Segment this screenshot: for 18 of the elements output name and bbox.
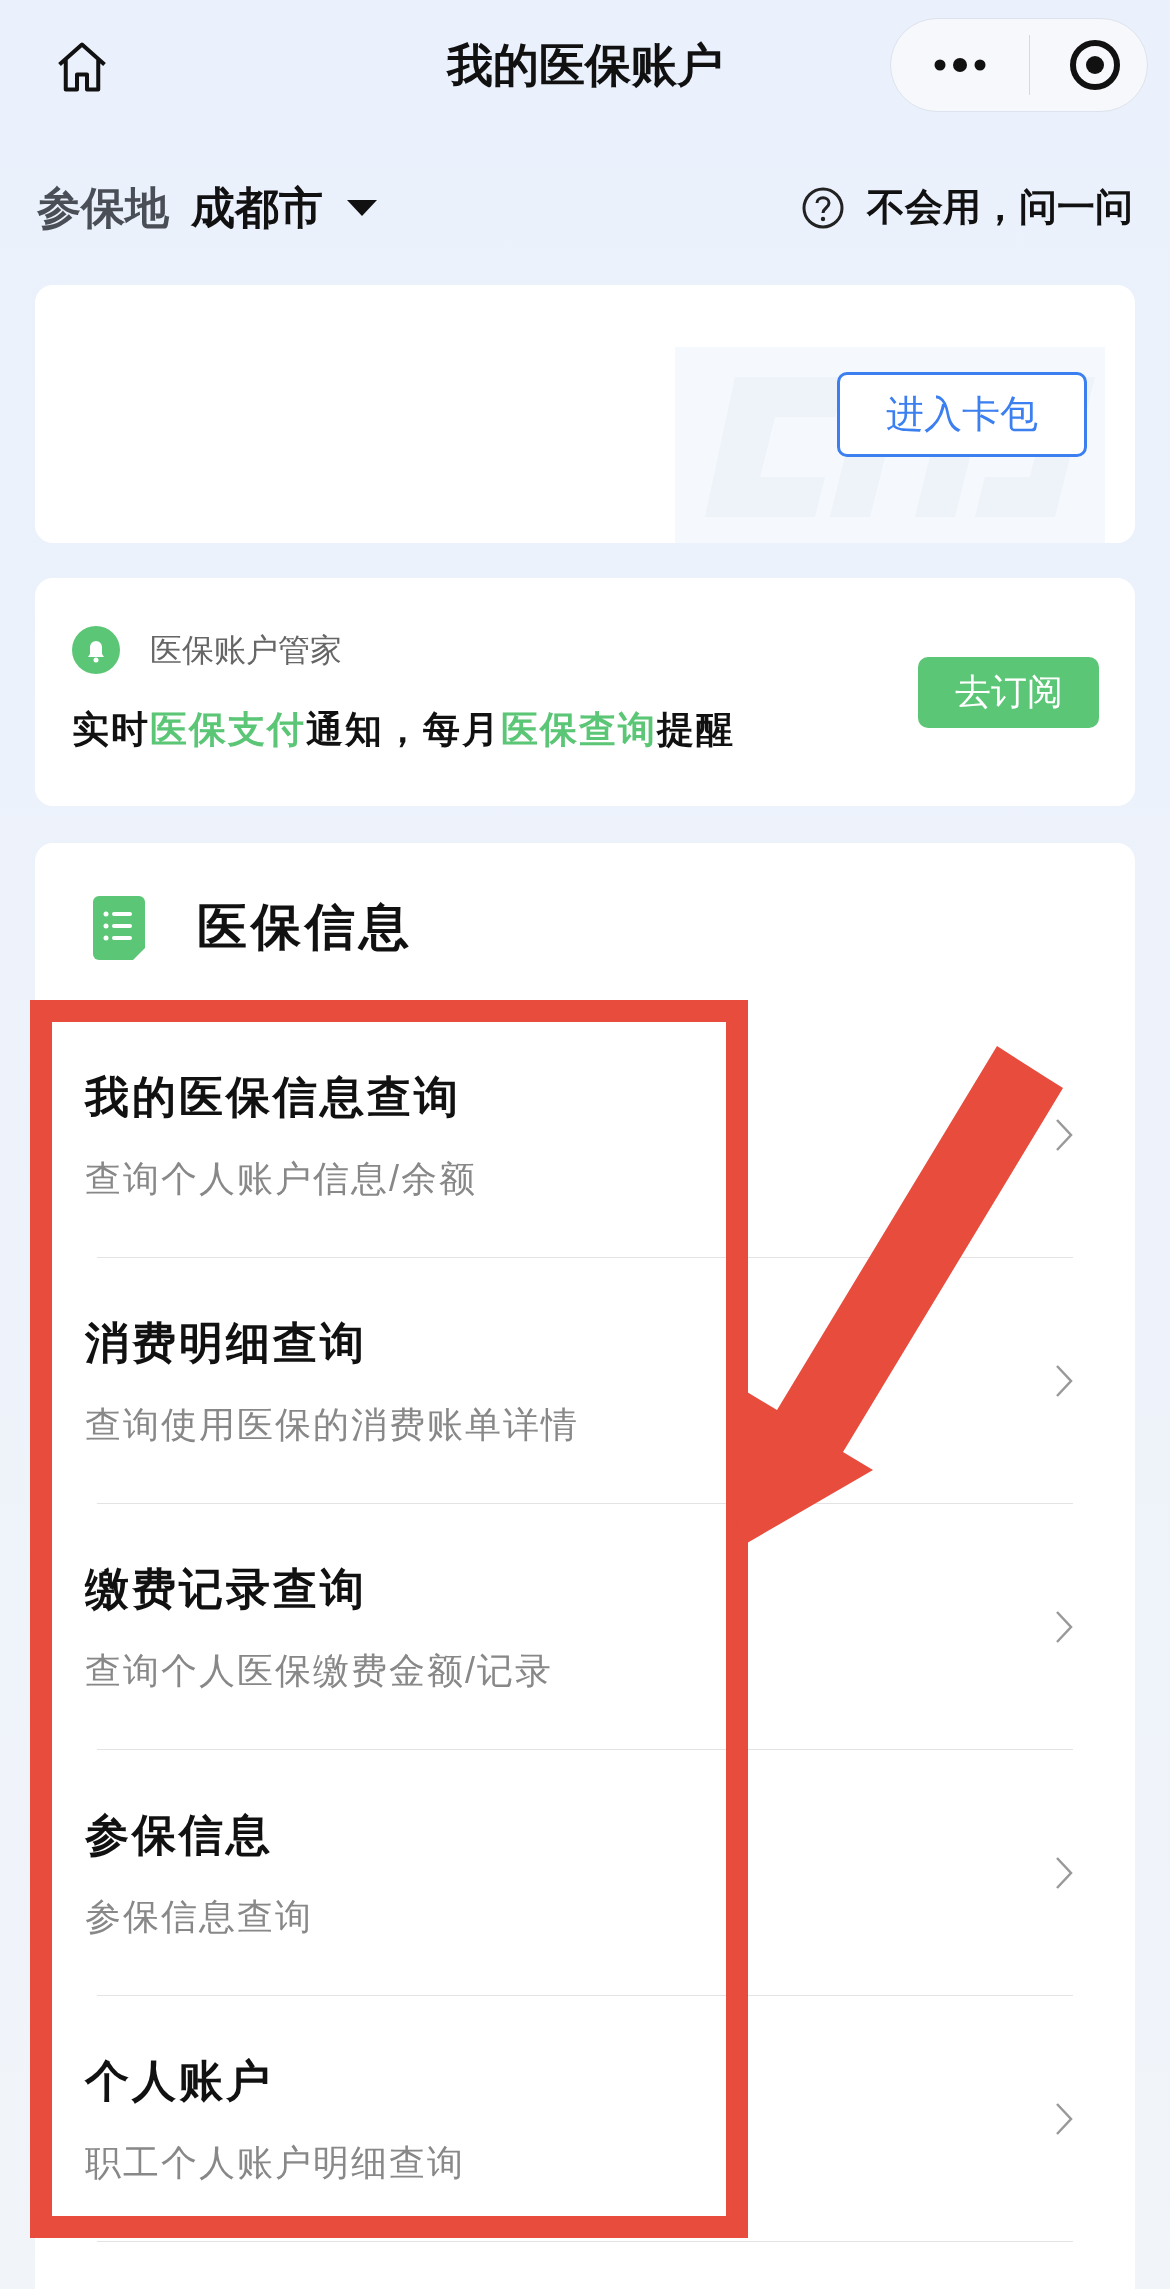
item-subtitle: 职工个人账户明细查询 — [85, 2140, 465, 2185]
location-label: 参保地 — [37, 181, 169, 234]
item-title: 参保信息 — [85, 1808, 274, 1861]
item-title: 缴费记录查询 — [85, 1562, 368, 1615]
section-title: 医保信息 — [197, 898, 413, 957]
city-selector[interactable]: 成都市 — [191, 174, 377, 241]
item-subtitle: 参保信息查询 — [85, 1894, 313, 1939]
subscription-title: 医保账户管家 — [150, 631, 342, 671]
item-title: 我的医保信息查询 — [85, 1070, 462, 1123]
help-link[interactable]: 不会用，问一问 — [801, 179, 1133, 236]
enter-card-pack-button[interactable]: 进入卡包 — [837, 371, 1087, 457]
item-subtitle: 查询个人账户信息/余额 — [85, 1156, 477, 1201]
item-title: 个人账户 — [85, 2054, 274, 2107]
item-subtitle: 查询使用医保的消费账单详情 — [85, 1402, 579, 1447]
item-title: 消费明细查询 — [85, 1316, 368, 1369]
page-title: 我的医保账户 — [447, 37, 723, 93]
item-subtitle: 查询个人医保缴费金额/记录 — [85, 1648, 553, 1693]
subscription-message: 实时医保支付通知，每月 医保查询提醒 — [72, 708, 735, 753]
